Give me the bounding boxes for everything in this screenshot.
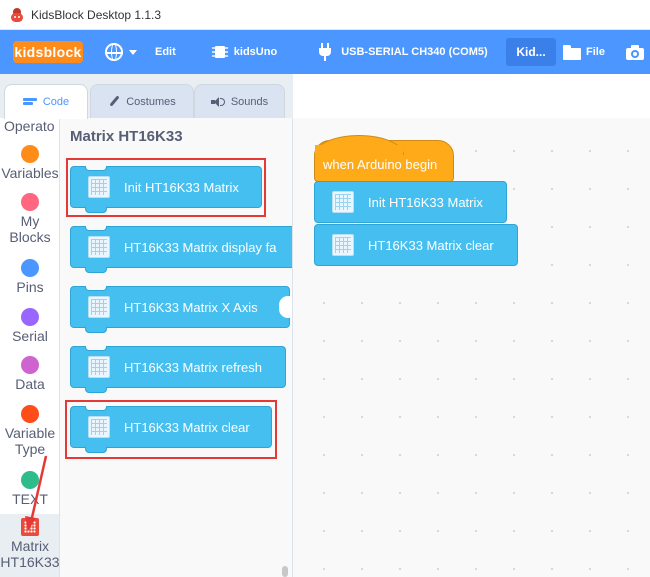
workspace-block-clear[interactable]: HT16K33 Matrix clear bbox=[314, 224, 518, 266]
tab-sounds-label: Sounds bbox=[230, 95, 269, 108]
block-refresh-label: HT16K33 Matrix refresh bbox=[124, 359, 262, 375]
highlight-init-block bbox=[66, 158, 266, 217]
plug-icon bbox=[318, 43, 332, 61]
board-select[interactable]: kidsUno bbox=[211, 30, 278, 74]
title-bar: KidsBlock Desktop 1.1.3 bbox=[0, 0, 650, 30]
edit-menu-label: Edit bbox=[155, 46, 176, 58]
x-axis-input[interactable] bbox=[279, 296, 292, 318]
category-menu: Operato Variables My Blocks Pins Serial … bbox=[0, 118, 60, 577]
screenshot-button[interactable] bbox=[626, 30, 644, 74]
file-menu[interactable]: File bbox=[563, 30, 605, 74]
port-label: USB-SERIAL CH340 (COM5) bbox=[341, 46, 488, 58]
category-matrix-ht16k33[interactable]: Matrix HT16K33 bbox=[0, 514, 60, 577]
data-dot-icon bbox=[21, 356, 39, 374]
category-data-label: Data bbox=[15, 376, 45, 392]
folder-icon bbox=[563, 44, 581, 60]
category-variable-type[interactable]: Variable Type bbox=[0, 405, 59, 457]
serial-dot-icon bbox=[21, 308, 39, 326]
pins-dot-icon bbox=[21, 259, 39, 277]
brush-icon bbox=[108, 94, 120, 108]
category-my-blocks-label-2: Blocks bbox=[9, 229, 51, 245]
edit-menu[interactable]: Edit bbox=[155, 30, 176, 74]
led-matrix-icon bbox=[332, 191, 354, 213]
category-variable-type-label-2: Type bbox=[14, 441, 46, 457]
category-matrix-label-2: HT16K33 bbox=[0, 554, 60, 570]
highlight-clear-block bbox=[65, 400, 277, 459]
tab-code[interactable]: Code bbox=[4, 84, 88, 119]
editor-tabs: Code Costumes Sounds bbox=[0, 74, 293, 119]
block-matrix-x-axis[interactable]: HT16K33 Matrix X Axis bbox=[70, 286, 292, 333]
led-matrix-icon bbox=[88, 356, 110, 378]
block-matrix-refresh[interactable]: HT16K33 Matrix refresh bbox=[70, 346, 286, 393]
category-operators[interactable]: Operato bbox=[0, 118, 59, 134]
palette-scrollbar[interactable] bbox=[282, 566, 288, 577]
language-menu[interactable] bbox=[105, 30, 137, 74]
my-blocks-dot-icon bbox=[21, 193, 39, 211]
hat-block-label: when Arduino begin bbox=[323, 157, 438, 172]
block-when-arduino-begin[interactable]: when Arduino begin bbox=[314, 135, 454, 182]
block-display-label: HT16K33 Matrix display fa bbox=[124, 239, 277, 255]
category-text-label: TEXT bbox=[12, 491, 48, 507]
category-variables[interactable]: Variables bbox=[0, 145, 59, 181]
category-variables-label: Variables bbox=[1, 165, 59, 181]
sound-icon bbox=[210, 96, 225, 107]
palette-title: Matrix HT16K33 bbox=[70, 128, 183, 145]
category-serial[interactable]: Serial bbox=[0, 308, 59, 344]
tab-sounds[interactable]: Sounds bbox=[194, 84, 285, 118]
block-palette: Matrix HT16K33 Init HT16K33 Matrix HT16K… bbox=[60, 118, 293, 577]
kidsblock-app-icon bbox=[11, 7, 23, 22]
workspace-block-init[interactable]: Init HT16K33 Matrix bbox=[314, 181, 507, 223]
led-matrix-icon bbox=[88, 236, 110, 258]
category-variable-type-label-1: Variable bbox=[4, 425, 56, 441]
kidsblock-logo[interactable]: kidsblock bbox=[13, 41, 83, 63]
kid-menu-button[interactable]: Kid... bbox=[506, 38, 556, 66]
led-matrix-icon bbox=[88, 296, 110, 318]
led-matrix-icon bbox=[332, 234, 354, 256]
category-operators-label: Operato bbox=[4, 118, 55, 134]
window-title: KidsBlock Desktop 1.1.3 bbox=[31, 7, 162, 22]
code-workspace[interactable]: when Arduino begin Init HT16K33 Matrix H… bbox=[293, 118, 650, 577]
workspace-block-init-label: Init HT16K33 Matrix bbox=[368, 194, 483, 210]
board-label: kidsUno bbox=[233, 46, 278, 58]
category-matrix-label-1: Matrix bbox=[10, 538, 50, 554]
workspace-block-clear-label: HT16K33 Matrix clear bbox=[368, 237, 494, 253]
category-my-blocks[interactable]: My Blocks bbox=[0, 193, 59, 245]
board-chip-icon bbox=[211, 44, 228, 60]
category-my-blocks-label-1: My bbox=[20, 213, 40, 229]
text-dot-icon bbox=[21, 471, 39, 489]
block-x-axis-label: HT16K33 Matrix X Axis bbox=[124, 299, 258, 315]
caret-down-icon bbox=[129, 49, 137, 55]
port-select[interactable]: USB-SERIAL CH340 (COM5) bbox=[318, 30, 488, 74]
matrix-icon bbox=[21, 518, 39, 536]
code-icon bbox=[22, 98, 37, 106]
tab-costumes-label: Costumes bbox=[126, 95, 176, 108]
globe-icon bbox=[105, 43, 123, 61]
category-pins-label: Pins bbox=[16, 279, 44, 295]
tab-code-label: Code bbox=[42, 96, 70, 108]
category-text[interactable]: TEXT bbox=[0, 471, 59, 507]
variable-type-dot-icon bbox=[21, 405, 39, 423]
file-menu-label: File bbox=[586, 46, 605, 58]
camera-icon bbox=[626, 44, 644, 60]
block-matrix-display[interactable]: HT16K33 Matrix display fa bbox=[70, 226, 292, 273]
variables-dot-icon bbox=[21, 145, 39, 163]
category-pins[interactable]: Pins bbox=[0, 259, 59, 295]
tab-costumes[interactable]: Costumes bbox=[90, 84, 194, 118]
category-serial-label: Serial bbox=[12, 328, 48, 344]
category-data[interactable]: Data bbox=[0, 356, 59, 392]
